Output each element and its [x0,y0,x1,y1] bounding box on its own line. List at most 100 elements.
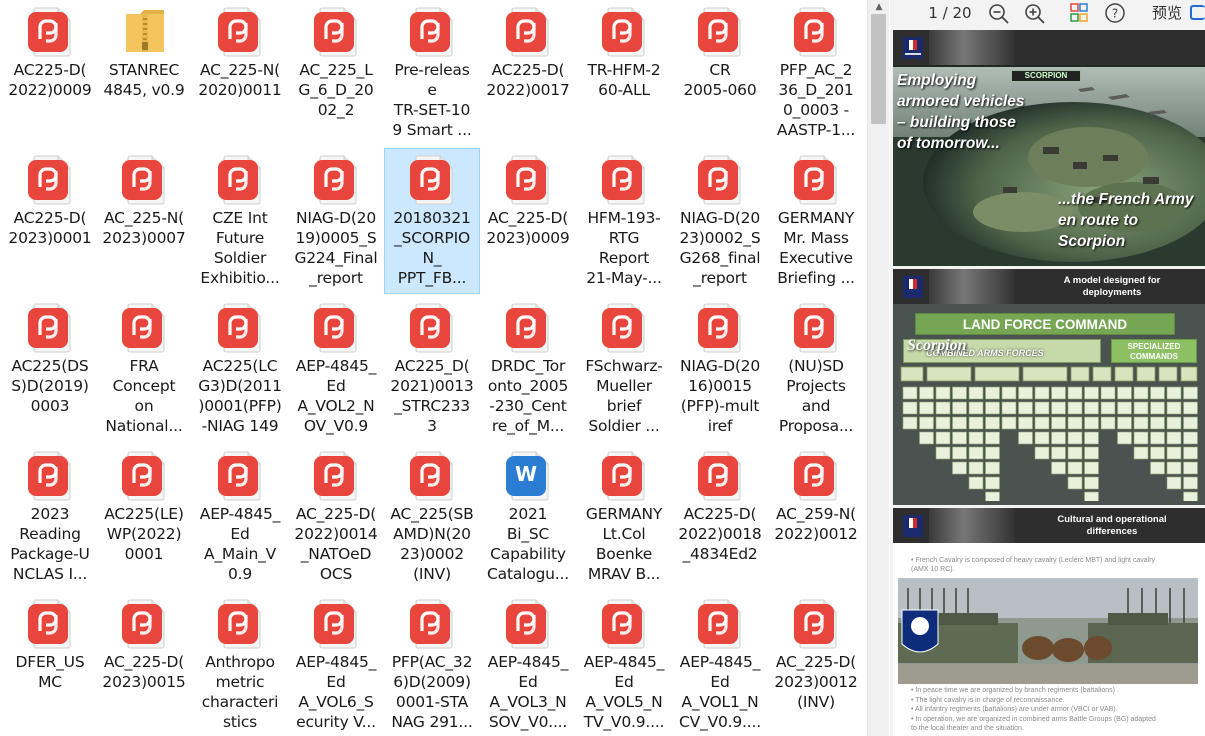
file-item[interactable]: AC225-D(2022)0018 _4834Ed2 [672,444,768,590]
file-item[interactable]: AC_259-N(2022)0012 [768,444,864,590]
preview-toggle-icon[interactable] [1190,5,1205,20]
file-item[interactable]: PFP_AC_2 36_D_201 0_0003 - AASTP-1... [768,0,864,146]
file-name: AEP-4845_ Ed A_VOL2_N OV_V0.9 [295,357,377,435]
bullet-text: (AMX 10 RC). [911,566,955,573]
file-item[interactable]: AC_225-N(2023)0007 [96,148,192,294]
file-item[interactable]: FRA Concept on National... [96,296,192,442]
file-item[interactable]: STANREC 4845, v0.9 [96,0,192,146]
file-item[interactable]: DRDC_Tor onto_2005 -230_Cent re_of_M... [480,296,576,442]
file-name: NIAG-D(20 19)0005_S G224_Final _report [294,209,378,287]
file-item[interactable]: AC_225-D(2022)0014 _NATOeD OCS [288,444,384,590]
file-item[interactable]: GERMANY Mr. Mass Executive Briefing ... [768,148,864,294]
file-name: FRA Concept on National... [105,357,183,435]
help-icon[interactable]: ? [1103,2,1127,24]
pdf-file-icon [794,302,840,354]
slide-header [893,30,1205,65]
scroll-thumb[interactable] [871,14,886,124]
slide-1-right-text: ...the French Army en route to Scorpion [1058,191,1194,250]
file-item[interactable]: AC_225-N(2020)0011 [192,0,288,146]
file-name: AC225(LE) WP(2022) 0001 [104,505,184,563]
file-name: AC225_D(2021)0013 _STRC233 3 [390,357,474,435]
pdf-file-icon [602,302,648,354]
file-item[interactable]: HFM-193- RTG Report 21-May-... [576,148,672,294]
file-name: AC_259-N(2022)0012 [774,505,858,543]
nato-logo-icon [903,515,923,537]
file-item[interactable]: AEP-4845_ Ed A_VOL2_N OV_V0.9 [288,296,384,442]
pdf-file-icon [122,598,168,650]
file-item[interactable]: Anthropo metric characteri stics [192,592,288,736]
file-name: AC_225-N(2020)0011 [198,61,282,99]
file-name: AC225-D(2023)0001 [8,209,92,247]
preview-slide-1[interactable]: SCORPION Employing armored vehicles – buil… [893,30,1205,266]
pdf-file-icon [410,154,456,206]
preview-slide-2[interactable]: A model designed for deployments LAND FOR… [893,269,1205,505]
pdf-file-icon [410,450,456,502]
pdf-file-icon [794,154,840,206]
pdf-file-icon [410,6,456,58]
file-item[interactable]: CZE Int Future Soldier Exhibitio... [192,148,288,294]
pdf-file-icon [28,302,74,354]
file-item[interactable]: DFER_US MC [2,592,98,736]
preview-pane: 1 / 20 ? 预览 SCORPION Employing armored v… [890,0,1205,736]
file-name: 2023 Reading Package-U NCLAS I... [10,505,90,583]
file-item[interactable]: Pre-releas e TR-SET-10 9 Smart ... [384,0,480,146]
pdf-file-icon [698,598,744,650]
pdf-file-icon [410,598,456,650]
file-item[interactable]: AEP-4845_ Ed A_VOL6_S ecurity V... [288,592,384,736]
grid-view-icon[interactable] [1067,2,1091,24]
zoom-in-icon[interactable] [1023,2,1047,24]
file-name: AEP-4845_ Ed A_Main_V 0.9 [199,505,281,583]
preview-label[interactable]: 预览 [1152,2,1192,24]
file-item[interactable]: AC225-D(2023)0001 [2,148,98,294]
file-item[interactable]: AC225-D(2022)0009 [2,0,98,146]
file-item[interactable]: NIAG-D(20 16)0015 (PFP)-mult iref [672,296,768,442]
bullet-text: • French Cavalry is composed of heavy ca… [911,557,1156,564]
file-item[interactable]: PFP(AC_32 6)D(2009) 0001-STA NAG 291... [384,592,480,736]
file-item[interactable]: AC_225-D(2023)0009 [480,148,576,294]
pdf-file-icon [506,302,552,354]
file-item[interactable]: NIAG-D(20 19)0005_S G224_Final _report [288,148,384,294]
bullet-text: • The light cavalry is in charge of reco… [911,696,1065,704]
file-item[interactable]: AEP-4845_ Ed A_VOL3_N SOV_V0.... [480,592,576,736]
slide-header: Cultural and operational differences [893,508,1205,543]
file-item[interactable]: AC_225-D(2023)0015 [96,592,192,736]
slide-1-left-text: Employing armored vehicles – building thos… [897,72,1025,152]
file-item[interactable]: AC_225-D(2023)0012 (INV) [768,592,864,736]
file-item[interactable]: NIAG-D(20 23)0002_S G268_final _report [672,148,768,294]
nato-logo-icon [903,276,923,298]
file-item[interactable]: AC225(LC G3)D(2011)0001(PFP) -NIAG 149 [192,296,288,442]
pdf-file-icon [314,6,360,58]
slide-3-top-bullets: • French Cavalry is composed of heavy ca… [911,556,1201,574]
file-item[interactable]: AC225(LE) WP(2022) 0001 [96,444,192,590]
file-item[interactable]: TR-HFM-2 60-ALL [576,0,672,146]
slide-header: A model designed for deployments [893,269,1205,304]
preview-slide-3[interactable]: Cultural and operational differences • Fr… [893,508,1205,736]
file-item[interactable]: GERMANY Lt.Col Boenke MRAV B... [576,444,672,590]
file-item[interactable]: 2023 Reading Package-U NCLAS I... [2,444,98,590]
file-item[interactable]: CR 2005-060 [672,0,768,146]
file-item[interactable]: 20180321 _SCORPIO N_ PPT_FB... [384,148,480,294]
file-item[interactable]: AC_225(SB AMD)N(20 23)0002 (INV) [384,444,480,590]
file-name: AC_225-D(2023)0015 [102,653,186,691]
file-item[interactable]: AEP-4845_ Ed A_Main_V 0.9 [192,444,288,590]
zoom-out-icon[interactable] [987,2,1011,24]
file-name: AC_225-D(2023)0012 (INV) [774,653,858,711]
vertical-scrollbar[interactable]: ▲ [867,0,889,736]
file-name: AC225(LC G3)D(2011)0001(PFP) -NIAG 149 [198,357,282,435]
pdf-file-icon [122,450,168,502]
scroll-up-arrow-icon[interactable]: ▲ [874,2,884,12]
file-item[interactable]: AC225-D(2022)0017 [480,0,576,146]
pdf-file-icon [506,6,552,58]
file-item[interactable]: W 2021 Bi_SC Capability Catalogu... [480,444,576,590]
file-item[interactable]: AC_225_L G_6_D_20 02_2 [288,0,384,146]
file-item[interactable]: AC225_D(2021)0013 _STRC233 3 [384,296,480,442]
file-item[interactable]: AEP-4845_ Ed A_VOL1_N CV_V0.9.... [672,592,768,736]
file-item[interactable]: (NU)SD Projects and Proposa... [768,296,864,442]
file-item[interactable]: FSchwarz- Mueller brief Soldier ... [576,296,672,442]
pdf-file-icon [218,598,264,650]
file-name: AC225-D(2022)0017 [486,61,570,99]
file-item[interactable]: AEP-4845_ Ed A_VOL5_N TV_V0.9.... [576,592,672,736]
file-item[interactable]: AC225(DS S)D(2019) 0003 [2,296,98,442]
file-name: NIAG-D(20 16)0015 (PFP)-mult iref [679,357,760,435]
file-name: TR-HFM-2 60-ALL [587,61,661,99]
